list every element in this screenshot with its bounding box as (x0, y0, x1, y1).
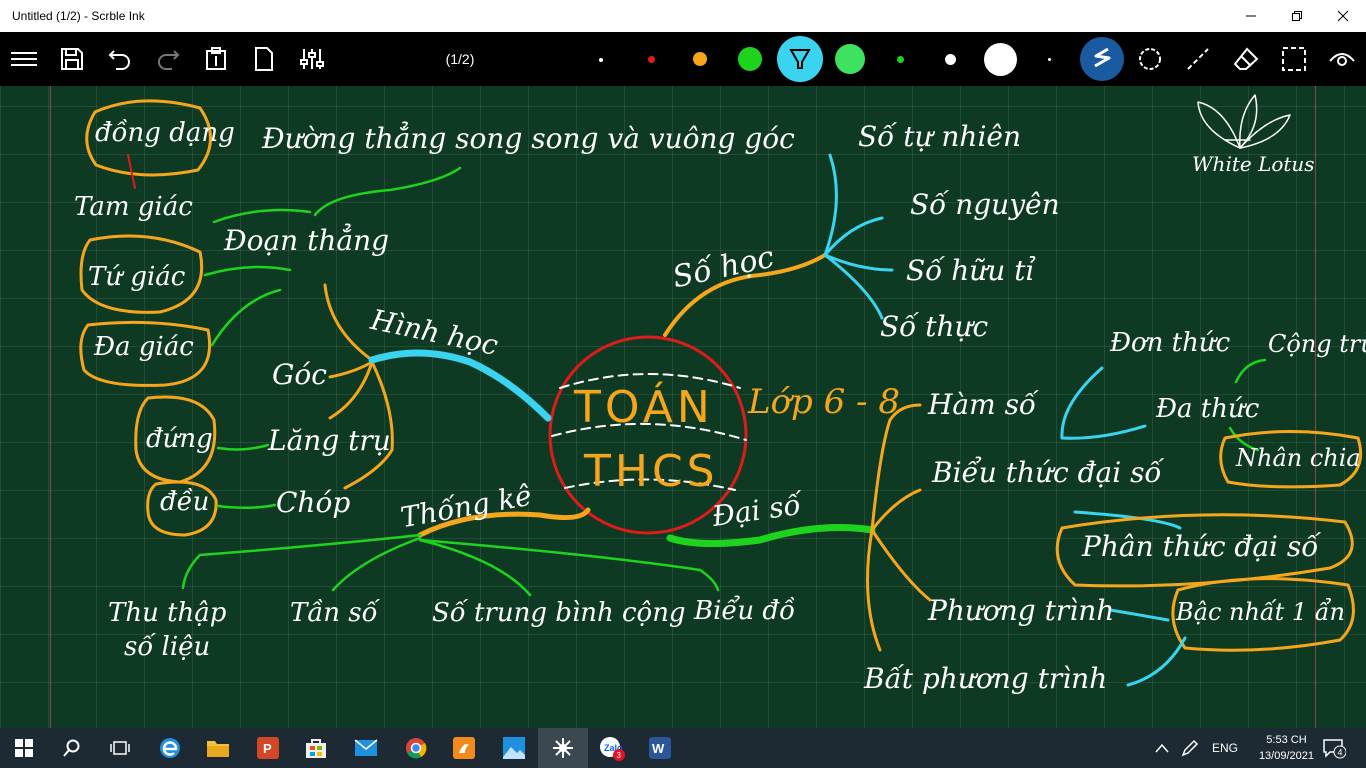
label-tu-giac: Tứ giác (88, 262, 186, 292)
photos-icon (503, 737, 525, 759)
label-don-thuc: Đơn thức (1110, 328, 1231, 358)
pen-workspace[interactable] (1170, 728, 1210, 768)
label-so-tb: Số trung bình cộng (432, 598, 686, 628)
label-tan-so: Tần số (290, 598, 378, 628)
chevron-up-icon (1155, 743, 1169, 753)
edge-app[interactable] (146, 728, 194, 768)
label-chop: Chóp (276, 486, 351, 519)
input-language[interactable]: ENG (1212, 728, 1238, 768)
label-deu: đều (160, 487, 210, 517)
chrome-app[interactable] (392, 728, 440, 768)
label-lang-tru: Lăng trụ (268, 424, 391, 457)
svg-text:P: P (263, 741, 272, 756)
label-thu-thap: Thu thập (108, 598, 227, 628)
label-phan-thuc: Phân thức đại số (1082, 530, 1319, 563)
grade-label: Lớp 6 - 8 (748, 382, 900, 422)
powerpoint-icon: P (257, 737, 279, 759)
mail-app[interactable] (342, 728, 390, 768)
scrble-ink-icon (553, 738, 573, 758)
mail-icon (354, 739, 378, 756)
start-button[interactable] (0, 728, 48, 768)
label-so-thuc: Số thực (880, 310, 989, 343)
store-app[interactable] (292, 728, 340, 768)
label-nhan-chia: Nhân chia (1236, 444, 1361, 472)
chrome-icon (406, 738, 427, 759)
taskbar: P Zalo 3 W ENG 5:53 CH 13/09/2021 4 (0, 728, 1366, 768)
label-so-huu-ti: Số hữu tỉ (906, 254, 1035, 287)
notification-icon: 4 (1323, 739, 1346, 759)
zalo-icon: Zalo3 (600, 737, 625, 761)
label-bat-pt: Bất phương trình (864, 662, 1108, 695)
label-phuong-trinh: Phương trình (928, 594, 1115, 627)
search-icon (63, 739, 80, 757)
label-so-nguyen: Số nguyên (910, 188, 1060, 221)
foxit-app[interactable] (440, 728, 488, 768)
zalo-badge: 3 (617, 751, 622, 760)
label-cong-tru: Cộng trừ (1268, 330, 1366, 358)
label-dong-dang: đồng dạng (95, 118, 235, 148)
folder-icon (207, 741, 229, 757)
clock[interactable]: 5:53 CH 13/09/2021 (1259, 732, 1314, 764)
store-icon (306, 739, 326, 758)
logo-text: White Lotus (1192, 152, 1315, 176)
foxit-icon (453, 737, 475, 759)
powerpoint-app[interactable]: P (244, 728, 292, 768)
word-icon: W (649, 737, 671, 759)
svg-text:W: W (652, 741, 665, 756)
photos-app[interactable] (490, 728, 538, 768)
action-center-button[interactable]: 4 (1314, 728, 1354, 768)
zalo-app[interactable]: Zalo 3 (588, 728, 636, 768)
center-title-1: TOÁN (574, 382, 714, 433)
label-doan-thang: Đoạn thẳng (224, 224, 390, 257)
task-view-icon (110, 741, 130, 755)
search-button[interactable] (48, 728, 96, 768)
clock-date: 13/09/2021 (1258, 750, 1314, 762)
file-explorer-app[interactable] (194, 728, 242, 768)
label-da-thuc: Đa thức (1156, 394, 1260, 424)
task-view-button[interactable] (96, 728, 144, 768)
label-bieu-do: Biểu đồ (694, 596, 795, 626)
label-so-tu-nhien: Số tự nhiên (858, 120, 1022, 153)
center-title-2: THCS (584, 446, 719, 497)
edge-icon (160, 738, 180, 758)
label-song-song: Đường thẳng song song và vuông góc (262, 122, 795, 155)
label-bieu-thuc: Biểu thức đại số (932, 456, 1162, 489)
label-so-lieu: số liệu (124, 632, 211, 662)
lotus-logo (1197, 94, 1291, 149)
label-ham-so: Hàm số (928, 388, 1037, 421)
pen-icon (1181, 739, 1199, 757)
notif-count: 4 (1338, 748, 1343, 758)
label-bac-nhat: Bậc nhất 1 ẩn (1176, 598, 1345, 626)
clock-time: 5:53 CH (1266, 734, 1307, 746)
scrble-ink-app[interactable] (538, 728, 588, 768)
label-tam-giac: Tam giác (74, 192, 193, 222)
windows-icon (15, 739, 33, 757)
label-dung: đứng (146, 424, 213, 454)
word-app[interactable]: W (636, 728, 684, 768)
label-goc: Góc (272, 358, 327, 391)
label-da-giac: Đa giác (94, 332, 194, 362)
